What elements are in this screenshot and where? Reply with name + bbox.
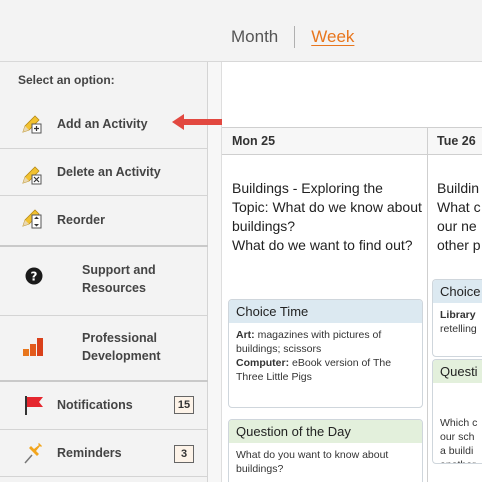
divider <box>0 245 208 247</box>
card-title: Choice <box>433 280 482 303</box>
sidebar-item-professional-development[interactable]: Professional Development <box>0 324 208 370</box>
pencil-reorder-icon <box>22 209 42 229</box>
card-line: Art: magazines with pictures of building… <box>236 329 382 355</box>
day-header-mon: Mon 25 <box>222 127 427 155</box>
view-toggle: Month Week <box>231 26 354 48</box>
divider <box>0 476 208 477</box>
sidebar-item-reminders[interactable]: Reminders 3 <box>0 439 208 467</box>
card-body: Art: magazines with pictures of building… <box>229 323 422 389</box>
sidebar-heading: Select an option: <box>18 73 115 87</box>
flag-icon <box>25 396 43 415</box>
pencil-plus-icon <box>22 115 42 134</box>
svg-text:?: ? <box>31 270 38 284</box>
column-divider <box>427 127 428 482</box>
tab-separator <box>294 26 296 48</box>
sidebar-item-label: Reminders <box>57 446 122 460</box>
day-topic-mon: Buildings - Exploring the Topic: What do… <box>232 180 422 253</box>
question-circle-icon: ? <box>25 267 43 285</box>
divider <box>0 315 208 316</box>
card-title: Choice Time <box>229 300 422 323</box>
sidebar-item-label: Professional Development <box>82 331 161 363</box>
pencil-delete-icon <box>22 166 42 185</box>
card-title: Questi <box>433 360 482 383</box>
sidebar-item-support-resources[interactable]: ? Support and Resources <box>0 255 208 301</box>
card-body: What do you want to know about buildings… <box>229 443 422 481</box>
divider <box>0 148 208 149</box>
card-line: retelling <box>440 323 477 335</box>
divider <box>0 380 208 382</box>
card-line: What do you want to know about buildings… <box>236 449 389 475</box>
day-header-tue: Tue 26 <box>427 127 482 155</box>
pushpin-icon <box>24 443 42 464</box>
divider <box>0 429 208 430</box>
card-line: Library <box>440 309 476 321</box>
card-title: Question of the Day <box>229 420 422 443</box>
card-body: Which c our sch a buildi another <box>433 383 482 463</box>
sidebar-item-label: Support and Resources <box>82 263 156 295</box>
sidebar-item-delete-activity[interactable]: Delete an Activity <box>0 158 208 186</box>
bar-steps-icon <box>23 338 43 356</box>
sidebar-item-label: Reorder <box>57 213 105 227</box>
card-body: Library retelling <box>433 303 482 341</box>
sidebar-item-label: Add an Activity <box>57 117 148 131</box>
tab-week[interactable]: Week <box>311 27 354 47</box>
divider <box>0 195 208 196</box>
activity-card-question-of-day[interactable]: Question of the Day What do you want to … <box>228 419 423 482</box>
day-topic-tue: Buildin What c our ne other p <box>437 180 481 253</box>
week-calendar: Mon 25 Tue 26 Buildings - Exploring the … <box>222 62 482 482</box>
sidebar-item-label: Notifications <box>57 398 133 412</box>
reminders-count-badge: 3 <box>174 445 194 463</box>
calendar-header: Month Week <box>0 0 482 62</box>
activity-card-choice-tue[interactable]: Choice Library retelling <box>432 279 482 357</box>
card-line: Which c our sch a buildi another <box>440 417 478 463</box>
sidebar-item-notifications[interactable]: Notifications 15 <box>0 391 208 419</box>
card-line: Computer: eBook version of The Three Lit… <box>236 357 392 383</box>
activity-card-question-tue[interactable]: Questi Which c our sch a buildi another <box>432 359 482 464</box>
sidebar-item-label: Delete an Activity <box>57 165 161 179</box>
activity-card-choice-time[interactable]: Choice Time Art: magazines with pictures… <box>228 299 423 408</box>
sidebar-item-reorder[interactable]: Reorder <box>0 204 208 234</box>
tab-month[interactable]: Month <box>231 27 278 47</box>
notifications-count-badge: 15 <box>174 396 194 414</box>
